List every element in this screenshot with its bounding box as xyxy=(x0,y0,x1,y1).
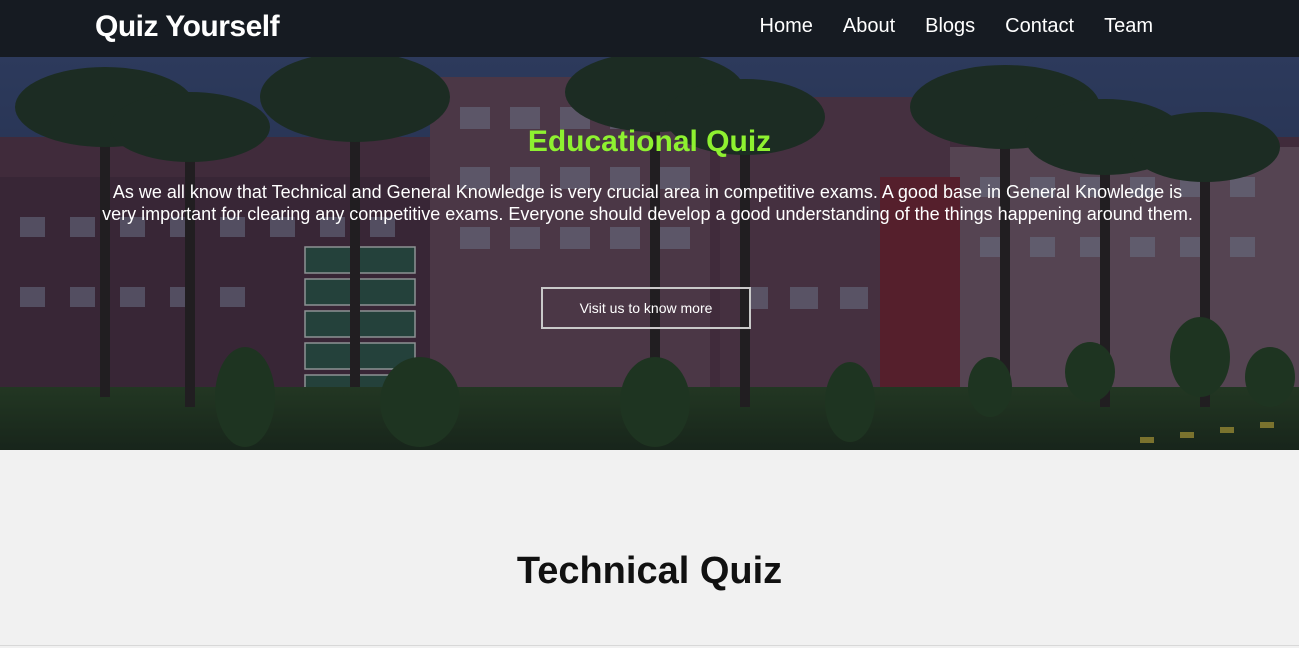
nav-home-link[interactable]: Home xyxy=(760,15,813,38)
section-title: Technical Quiz xyxy=(516,550,783,592)
nav-team-link[interactable]: Team xyxy=(1104,15,1153,38)
nav-about-link[interactable]: About xyxy=(843,15,895,38)
nav-blogs-link[interactable]: Blogs xyxy=(925,15,975,38)
nav-contact-link[interactable]: Contact xyxy=(1005,15,1074,38)
hero-description: As we all know that Technical and Genera… xyxy=(102,182,1193,224)
hero-section: Educational Quiz As we all know that Tec… xyxy=(0,57,1299,450)
hero-dark-overlay xyxy=(0,57,1299,450)
hero-title: Educational Quiz xyxy=(527,125,772,158)
main-nav: Home About Blogs Contact Team xyxy=(760,15,1154,38)
brand-logo[interactable]: Quiz Yourself xyxy=(95,10,280,44)
visit-us-button[interactable]: Visit us to know more xyxy=(541,287,751,329)
top-navbar: Quiz Yourself Home About Blogs Contact T… xyxy=(0,0,1299,57)
section-divider xyxy=(0,645,1299,646)
